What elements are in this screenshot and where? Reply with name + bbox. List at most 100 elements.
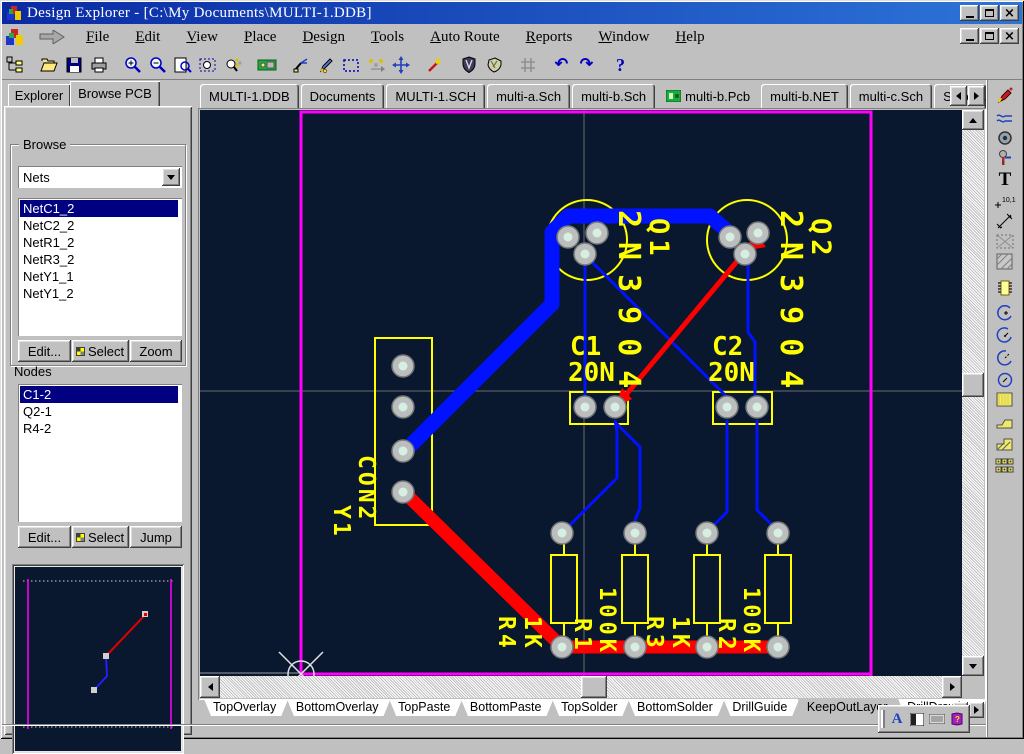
list-item-net[interactable]: NetY1_1: [20, 268, 182, 285]
layer-tab[interactable]: BottomSolder: [628, 699, 725, 716]
component-designator-r4[interactable]: R4: [494, 616, 517, 652]
layer-tab[interactable]: TopPaste: [389, 699, 462, 716]
vertical-scroll-thumb[interactable]: [962, 373, 984, 397]
select-area-icon[interactable]: [338, 53, 363, 77]
redo-icon[interactable]: ↷: [574, 53, 599, 77]
polygon-pour-icon[interactable]: [994, 434, 1016, 454]
node-jump-button[interactable]: Jump: [130, 526, 182, 548]
component-designator-c1[interactable]: C1: [570, 334, 601, 360]
net-edit-button[interactable]: Edit...: [18, 340, 71, 362]
component-comment-r4[interactable]: 1K: [520, 616, 543, 652]
place-string-icon[interactable]: T: [994, 170, 1016, 190]
menu-help[interactable]: Help: [662, 26, 717, 49]
floating-toolbar[interactable]: A ?: [878, 705, 970, 733]
menu-reports[interactable]: Reports: [513, 26, 586, 49]
component-designator-r1[interactable]: R1: [570, 618, 593, 654]
drawing-tool-icon[interactable]: [313, 53, 338, 77]
save-icon[interactable]: [61, 53, 86, 77]
list-item-node[interactable]: R4-2: [20, 420, 182, 437]
keyboard-icon[interactable]: [927, 709, 947, 729]
layer-tab[interactable]: TopSolder: [552, 699, 629, 716]
list-item-net[interactable]: NetC2_2: [20, 217, 182, 234]
list-item-net[interactable]: NetC1_2: [20, 200, 178, 217]
list-item-node[interactable]: Q2-1: [20, 403, 182, 420]
toolbar-grip[interactable]: [881, 710, 885, 728]
component-comment-y1[interactable]: CON2: [354, 455, 377, 522]
net-zoom-button[interactable]: Zoom: [130, 340, 182, 362]
menu-place[interactable]: Place: [231, 26, 289, 49]
net-select-button[interactable]: Select: [72, 340, 129, 362]
arc-by-center-icon[interactable]: [994, 326, 1016, 346]
layer-tab[interactable]: BottomPaste: [461, 699, 554, 716]
menu-window[interactable]: Window: [585, 26, 662, 49]
scroll-up-button[interactable]: [962, 110, 984, 130]
doc-tab[interactable]: MULTI-1.DDB: [200, 84, 299, 108]
dropdown-button[interactable]: [162, 168, 180, 186]
traces-bottom[interactable]: [562, 255, 778, 533]
shield-front-icon[interactable]: [456, 53, 481, 77]
place-coordinate-icon[interactable]: 10,10: [994, 192, 1016, 212]
wiring-tool-icon[interactable]: [288, 53, 313, 77]
zoom-out-icon[interactable]: [145, 53, 170, 77]
component-designator-q1[interactable]: Q1: [645, 218, 672, 261]
place-fill-icon[interactable]: [994, 252, 1016, 272]
menu-file[interactable]: File: [73, 26, 122, 49]
menu-design[interactable]: Design: [289, 26, 358, 49]
tab-browse-pcb[interactable]: Browse PCB: [70, 81, 160, 106]
place-keepout-icon[interactable]: [994, 108, 1016, 128]
layer-tab[interactable]: TopOverlay: [204, 699, 288, 716]
node-list[interactable]: C1-2 Q2-1 R4-2: [18, 384, 182, 522]
component-comment-q1[interactable]: 2N3904: [613, 210, 643, 402]
zoom-document-icon[interactable]: [195, 53, 220, 77]
menu-tools[interactable]: Tools: [358, 26, 417, 49]
zoom-point-icon[interactable]: [220, 53, 245, 77]
place-dimension-icon[interactable]: [994, 212, 1016, 232]
component-comment-q2[interactable]: 2N3904: [775, 210, 805, 402]
doc-tab[interactable]: multi-b.NET: [761, 84, 848, 108]
place-pad-icon[interactable]: [994, 148, 1016, 168]
menu-view[interactable]: View: [173, 26, 231, 49]
undo-icon[interactable]: ↶: [549, 53, 574, 77]
layer-tab-scroll-right[interactable]: [969, 702, 984, 718]
menu-auto-route[interactable]: Auto Route: [417, 26, 513, 49]
help-book-icon[interactable]: ?: [947, 709, 967, 729]
component-designator-r2[interactable]: R2: [714, 618, 737, 654]
layer-tab[interactable]: BottomOverlay: [287, 699, 391, 716]
move-selection-icon[interactable]: [363, 53, 388, 77]
doc-tab-scroll-left[interactable]: [950, 86, 967, 106]
place-rectangle-icon[interactable]: [994, 390, 1016, 410]
doc-tab[interactable]: multi-a.Sch: [487, 84, 570, 108]
browse-mode-dropdown[interactable]: Nets: [18, 166, 182, 188]
print-icon[interactable]: [86, 53, 111, 77]
grid-toggle-icon[interactable]: [515, 53, 540, 77]
close-button[interactable]: ×: [1000, 5, 1019, 21]
list-item-net[interactable]: NetR1_2: [20, 234, 182, 251]
horizontal-scroll-thumb[interactable]: [581, 676, 607, 698]
component-comment-c1[interactable]: 20N: [568, 360, 615, 386]
zoom-window-icon[interactable]: [170, 53, 195, 77]
scroll-right-button[interactable]: [942, 676, 962, 698]
trace-bottom-thick[interactable]: [404, 216, 733, 452]
move-object-icon[interactable]: [388, 53, 413, 77]
place-via-icon[interactable]: [994, 128, 1016, 148]
browse-component-icon[interactable]: [254, 53, 279, 77]
restore-button[interactable]: [980, 5, 999, 21]
wizard-icon[interactable]: [422, 53, 447, 77]
document-arrow-icon[interactable]: [39, 30, 65, 44]
pads[interactable]: [392, 222, 789, 658]
place-track-icon[interactable]: [994, 86, 1016, 106]
node-select-button[interactable]: Select: [72, 526, 129, 548]
doc-tab[interactable]: Documents: [301, 84, 385, 108]
component-designator-r3[interactable]: R3: [642, 616, 665, 652]
help-icon[interactable]: ?: [608, 53, 633, 77]
component-designator-c2[interactable]: C2: [712, 334, 743, 360]
arc-45-icon[interactable]: [994, 348, 1016, 368]
node-edit-button[interactable]: Edit...: [18, 526, 71, 548]
place-room-icon[interactable]: [994, 232, 1016, 252]
scroll-down-button[interactable]: [962, 656, 984, 676]
zoom-in-icon[interactable]: [120, 53, 145, 77]
open-document-icon[interactable]: [36, 53, 61, 77]
component-comment-r3[interactable]: 1K: [668, 616, 691, 652]
list-item-net[interactable]: NetY1_2: [20, 285, 182, 302]
doc-tab[interactable]: multi-c.Sch: [850, 84, 932, 108]
